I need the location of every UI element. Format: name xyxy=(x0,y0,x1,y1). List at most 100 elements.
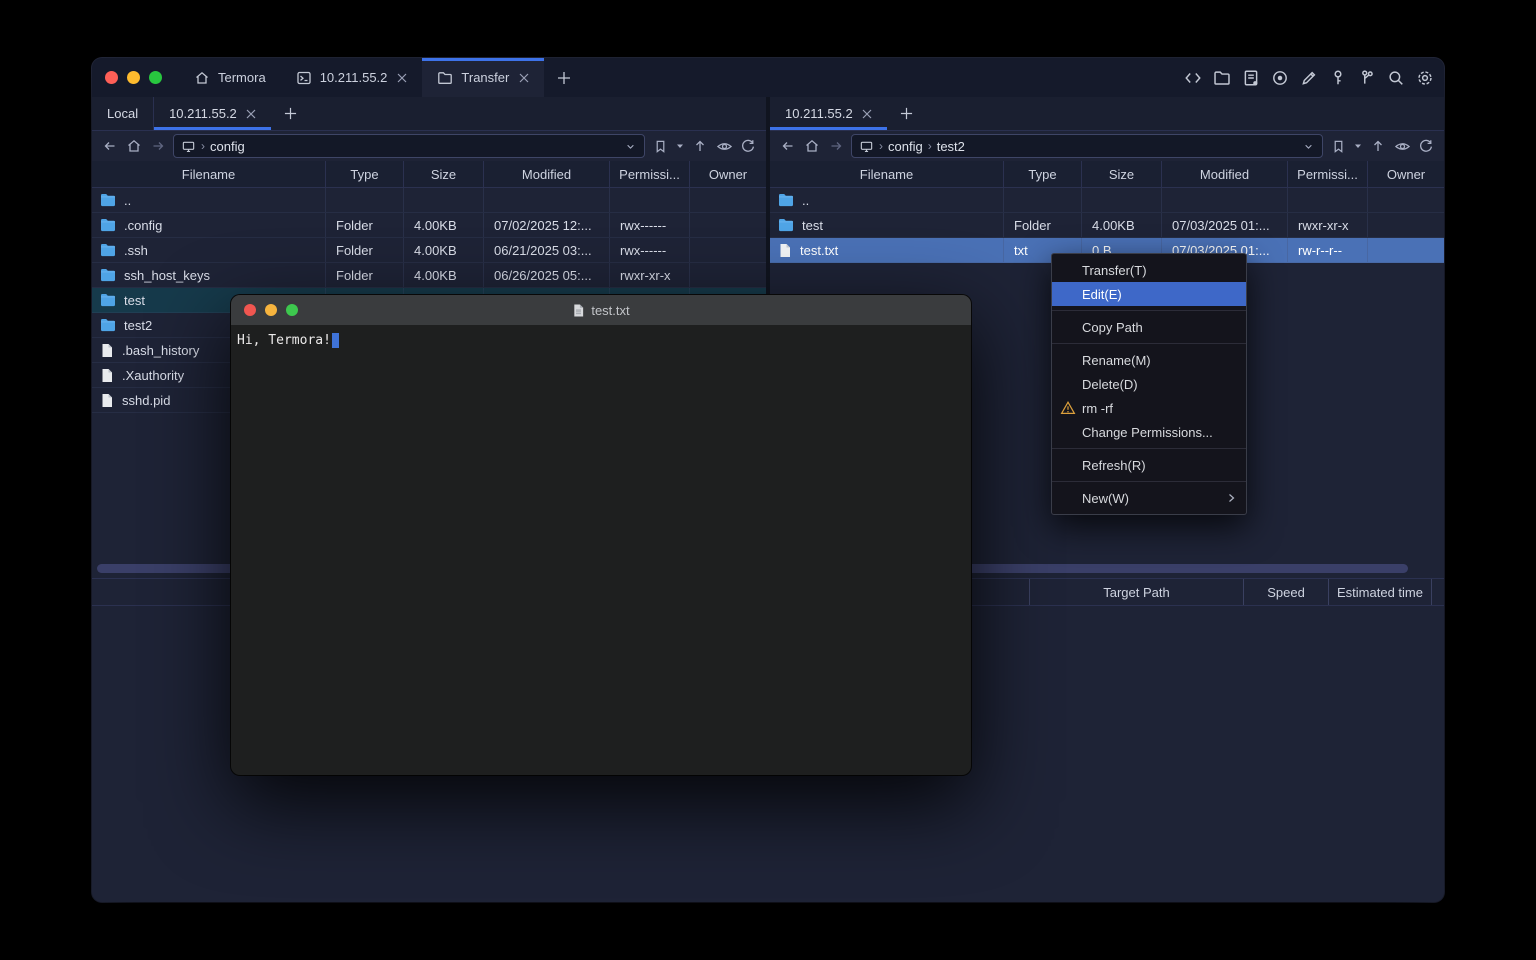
toolbar-icons xyxy=(1183,58,1434,97)
subtab-label: 10.211.55.2 xyxy=(169,106,237,121)
menu-item-change-permissions[interactable]: Change Permissions... xyxy=(1052,420,1246,444)
home-icon[interactable] xyxy=(125,137,143,155)
breadcrumb-segment[interactable]: config xyxy=(888,139,923,154)
subtab-local[interactable]: Local xyxy=(92,97,154,130)
breadcrumb-separator: › xyxy=(201,139,205,153)
close-tab-icon[interactable] xyxy=(519,73,529,83)
right-pane-tabs: 10.211.55.2 xyxy=(770,97,1444,131)
key-icon[interactable] xyxy=(1328,68,1347,87)
folder-icon xyxy=(100,318,116,332)
close-window-button[interactable] xyxy=(244,304,256,316)
titlebar: Termora 10.211.55.2 Transfer xyxy=(92,58,1444,97)
column-owner[interactable]: Owner xyxy=(1367,161,1444,187)
column-speed[interactable]: Speed xyxy=(1243,579,1328,605)
record-icon[interactable] xyxy=(1270,68,1289,87)
minimize-window-button[interactable] xyxy=(127,71,140,84)
file-icon xyxy=(100,393,114,408)
log-icon[interactable] xyxy=(1241,68,1260,87)
terminal-icon xyxy=(296,70,312,86)
main-tabs: Termora 10.211.55.2 Transfer xyxy=(179,58,584,97)
new-pane-tab-button[interactable] xyxy=(271,97,310,130)
column-estimated-time[interactable]: Estimated time xyxy=(1328,579,1432,605)
new-tab-button[interactable] xyxy=(544,58,584,97)
breadcrumb-separator: › xyxy=(928,139,932,153)
table-row[interactable]: ssh_host_keys Folder 4.00KB 06/26/2025 0… xyxy=(92,263,766,288)
zoom-window-button[interactable] xyxy=(286,304,298,316)
zoom-window-button[interactable] xyxy=(149,71,162,84)
menu-item-edit[interactable]: Edit(E) xyxy=(1052,282,1246,306)
chevron-down-icon[interactable] xyxy=(624,140,637,153)
column-filename[interactable]: Filename xyxy=(770,161,1003,187)
keychain-icon[interactable] xyxy=(1357,68,1376,87)
folder-icon[interactable] xyxy=(1212,68,1231,87)
menu-item-refresh[interactable]: Refresh(R) xyxy=(1052,453,1246,477)
tab-host[interactable]: 10.211.55.2 xyxy=(281,58,423,97)
close-tab-icon[interactable] xyxy=(397,73,407,83)
home-icon[interactable] xyxy=(803,137,821,155)
column-modified[interactable]: Modified xyxy=(1161,161,1287,187)
search-icon[interactable] xyxy=(1386,68,1405,87)
close-tab-icon[interactable] xyxy=(246,109,256,119)
subtab-host-left[interactable]: 10.211.55.2 xyxy=(154,97,271,130)
column-type[interactable]: Type xyxy=(1003,161,1081,187)
menu-item-rename[interactable]: Rename(M) xyxy=(1052,348,1246,372)
show-hidden-eye-icon[interactable] xyxy=(1393,137,1411,155)
minimize-window-button[interactable] xyxy=(265,304,277,316)
home-icon xyxy=(194,70,210,86)
column-size[interactable]: Size xyxy=(1081,161,1161,187)
edit-icon[interactable] xyxy=(1299,68,1318,87)
folder-icon xyxy=(100,268,116,282)
forward-icon[interactable] xyxy=(149,137,167,155)
folder-icon xyxy=(100,243,116,257)
table-row[interactable]: .. xyxy=(770,188,1444,213)
menu-item-transfer[interactable]: Transfer(T) xyxy=(1052,258,1246,282)
editor-content[interactable]: Hi, Termora! xyxy=(231,325,971,356)
table-row[interactable]: .. xyxy=(92,188,766,213)
context-menu: Transfer(T) Edit(E) Copy Path Rename(M) … xyxy=(1051,253,1247,515)
bookmark-icon[interactable] xyxy=(651,137,669,155)
column-permissions[interactable]: Permissi... xyxy=(1287,161,1367,187)
menu-item-rm-rf[interactable]: rm -rf xyxy=(1052,396,1246,420)
breadcrumb-separator: › xyxy=(879,139,883,153)
table-row[interactable]: test Folder 4.00KB 07/03/2025 01:... rwx… xyxy=(770,213,1444,238)
bookmark-icon[interactable] xyxy=(1329,137,1347,155)
column-permissions[interactable]: Permissi... xyxy=(609,161,689,187)
gear-icon[interactable] xyxy=(1415,68,1434,87)
chevron-down-icon[interactable] xyxy=(1302,140,1315,153)
column-modified[interactable]: Modified xyxy=(483,161,609,187)
column-filename[interactable]: Filename xyxy=(92,161,325,187)
editor-title-text: test.txt xyxy=(591,303,629,318)
bookmark-dropdown-icon[interactable] xyxy=(675,137,685,155)
show-hidden-eye-icon[interactable] xyxy=(715,137,733,155)
subtab-host-right[interactable]: 10.211.55.2 xyxy=(770,97,887,130)
table-row[interactable]: .config Folder 4.00KB 07/02/2025 12:... … xyxy=(92,213,766,238)
close-tab-icon[interactable] xyxy=(862,109,872,119)
column-owner[interactable]: Owner xyxy=(689,161,766,187)
column-size[interactable]: Size xyxy=(403,161,483,187)
menu-item-delete[interactable]: Delete(D) xyxy=(1052,372,1246,396)
refresh-icon[interactable] xyxy=(1417,137,1435,155)
editor-titlebar[interactable]: test.txt xyxy=(231,295,971,325)
menu-item-copy-path[interactable]: Copy Path xyxy=(1052,315,1246,339)
back-icon[interactable] xyxy=(101,137,119,155)
bookmark-dropdown-icon[interactable] xyxy=(1353,137,1363,155)
left-path-field[interactable]: › config xyxy=(173,134,645,158)
right-path-field[interactable]: › config › test2 xyxy=(851,134,1323,158)
file-icon xyxy=(100,368,114,383)
menu-item-new[interactable]: New(W) xyxy=(1052,486,1246,510)
back-icon[interactable] xyxy=(779,137,797,155)
tab-transfer[interactable]: Transfer xyxy=(422,58,544,97)
new-pane-tab-button[interactable] xyxy=(887,97,926,130)
refresh-icon[interactable] xyxy=(739,137,757,155)
breadcrumb-segment[interactable]: test2 xyxy=(937,139,965,154)
table-row[interactable]: .ssh Folder 4.00KB 06/21/2025 03:... rwx… xyxy=(92,238,766,263)
upload-icon[interactable] xyxy=(691,137,709,155)
upload-icon[interactable] xyxy=(1369,137,1387,155)
close-window-button[interactable] xyxy=(105,71,118,84)
code-icon[interactable] xyxy=(1183,68,1202,87)
forward-icon[interactable] xyxy=(827,137,845,155)
breadcrumb-segment[interactable]: config xyxy=(210,139,245,154)
tab-termora[interactable]: Termora xyxy=(179,58,281,97)
column-type[interactable]: Type xyxy=(325,161,403,187)
column-target-path[interactable]: Target Path xyxy=(1029,579,1243,605)
